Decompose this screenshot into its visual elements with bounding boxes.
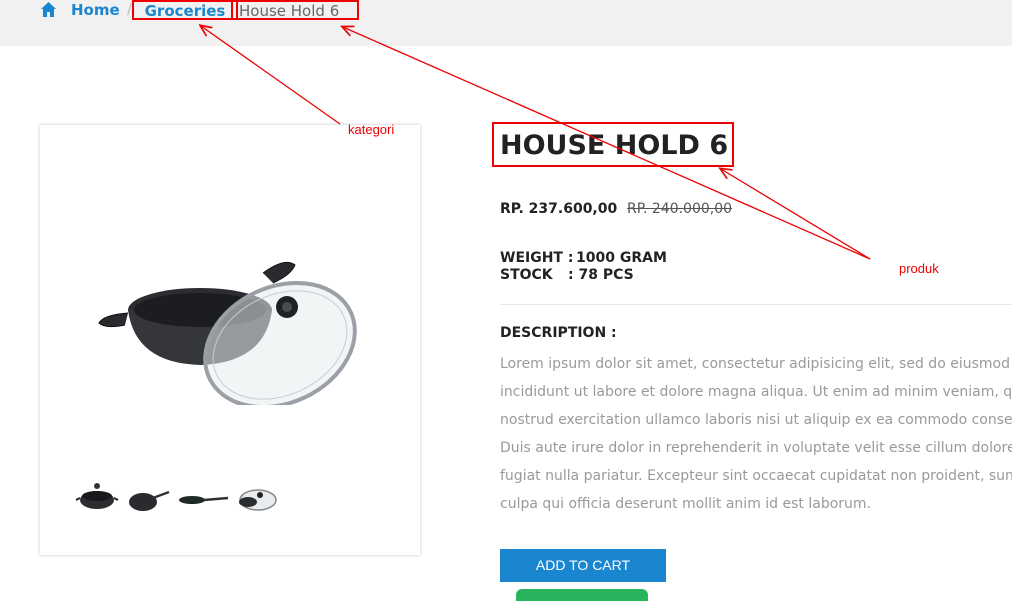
description-line: nostrud exercitation ullamco laboris nis… bbox=[500, 412, 1012, 428]
description-line: Lorem ipsum dolor sit amet, consectetur … bbox=[500, 356, 1012, 372]
annotation-product: produk bbox=[899, 261, 939, 276]
thumbnail-1[interactable] bbox=[75, 480, 119, 518]
description-line: culpa qui officia deserunt mollit anim i… bbox=[500, 496, 871, 512]
description-line: fugiat nulla pariatur. Excepteur sint oc… bbox=[500, 468, 1012, 484]
product-title: HOUSE HOLD 6 bbox=[500, 130, 729, 161]
product-image-card bbox=[40, 125, 420, 555]
section-divider bbox=[500, 304, 1012, 305]
weight-row: WEIGHT : 1000 GRAM bbox=[500, 250, 667, 266]
breadcrumb-separator: / bbox=[127, 2, 132, 18]
stock-row: STOCK : 78 PCS bbox=[500, 267, 634, 283]
stock-value: : 78 PCS bbox=[568, 267, 634, 283]
add-to-cart-button[interactable]: ADD TO CART bbox=[500, 549, 666, 582]
annotation-category: kategori bbox=[348, 122, 395, 137]
weight-label: WEIGHT : bbox=[500, 250, 574, 266]
breadcrumb-home-link[interactable]: Home bbox=[71, 1, 120, 19]
breadcrumb-category-link[interactable]: Groceries bbox=[132, 0, 238, 20]
description-line: Duis aute irure dolor in reprehenderit i… bbox=[500, 440, 1012, 456]
breadcrumb-current-product: House Hold 6 bbox=[231, 0, 359, 20]
secondary-action-button[interactable] bbox=[516, 589, 648, 601]
home-icon[interactable] bbox=[40, 1, 57, 18]
stock-label: STOCK bbox=[500, 267, 553, 283]
thumbnail-2[interactable] bbox=[127, 480, 171, 518]
description-line: incididunt ut labore et dolore magna ali… bbox=[500, 384, 1012, 400]
description-text: Lorem ipsum dolor sit amet, consectetur … bbox=[500, 350, 1012, 518]
thumbnail-4[interactable] bbox=[236, 480, 280, 518]
thumbnail-3[interactable] bbox=[178, 480, 230, 518]
weight-value: 1000 GRAM bbox=[576, 250, 667, 266]
product-old-price: RP. 240.000,00 bbox=[627, 201, 733, 217]
description-heading: DESCRIPTION : bbox=[500, 325, 617, 341]
main-product-image[interactable] bbox=[95, 255, 365, 405]
product-price: RP. 237.600,00 bbox=[500, 201, 618, 217]
